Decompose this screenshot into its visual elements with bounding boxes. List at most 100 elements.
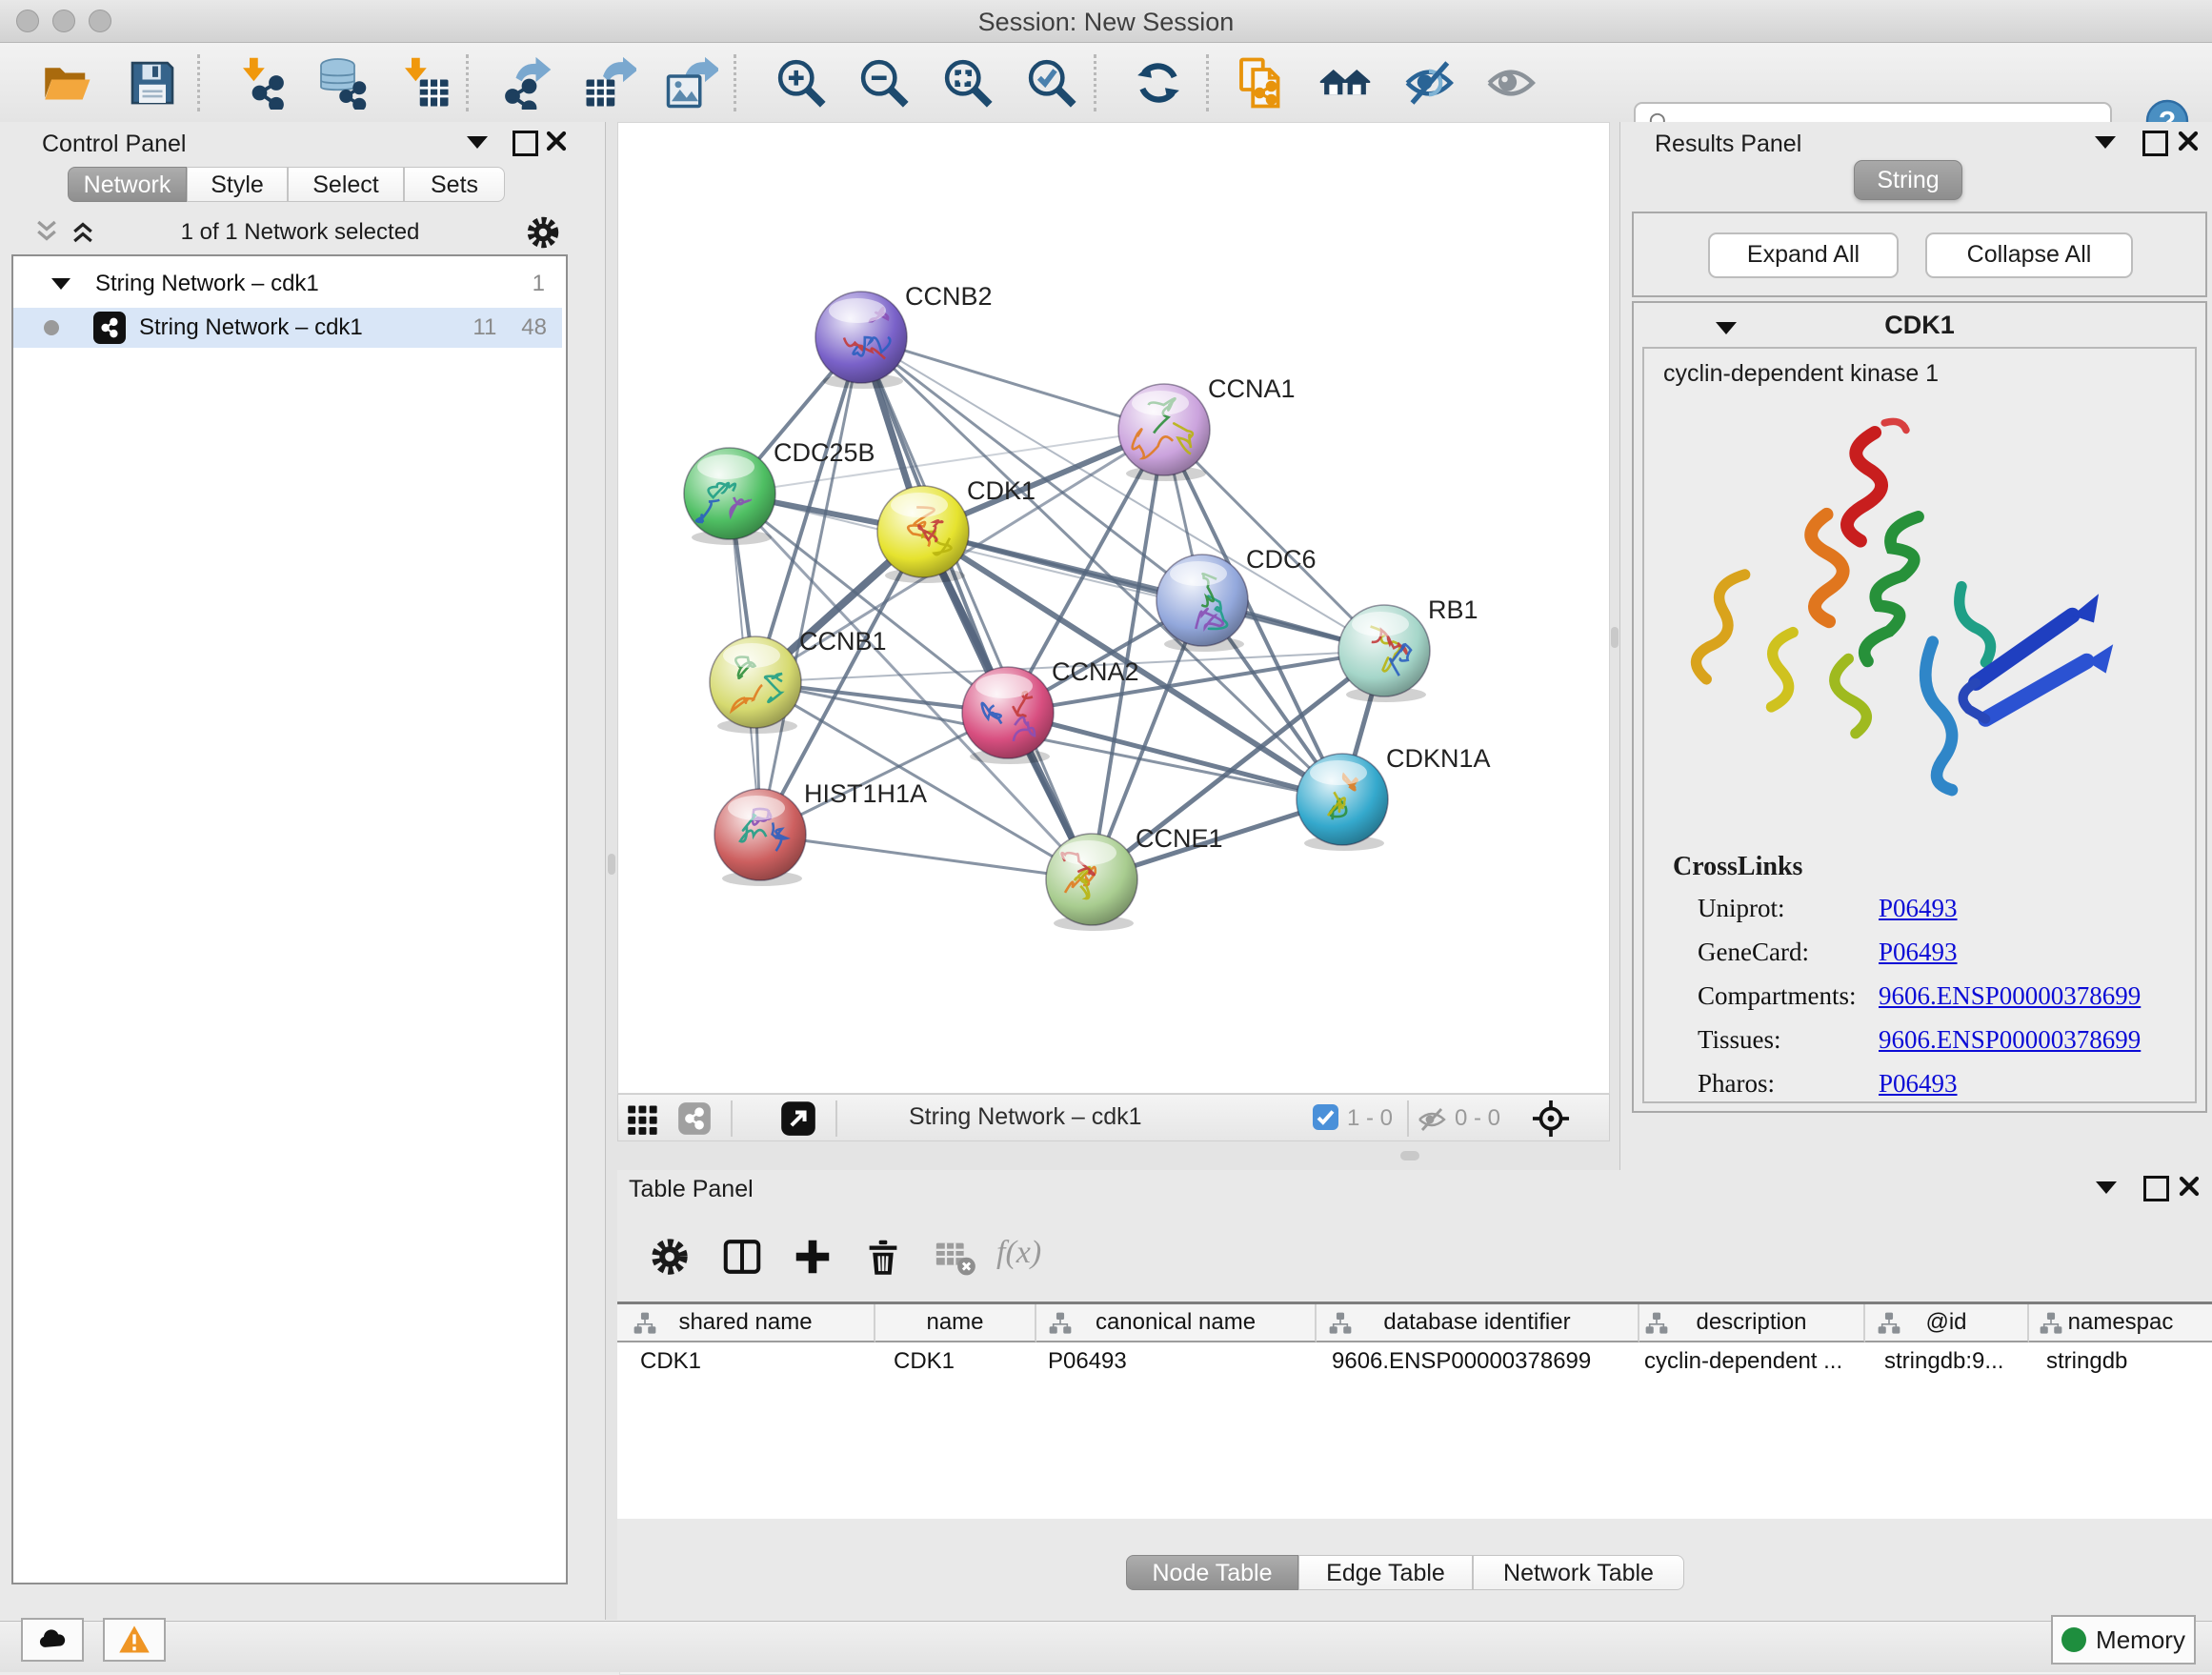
table-panel-maximize-icon[interactable]	[2143, 1176, 2169, 1201]
zoom-fit-content-icon[interactable]	[941, 56, 995, 110]
table-cell[interactable]: P06493	[1048, 1344, 1305, 1381]
column-header-name[interactable]: name	[875, 1304, 1036, 1342]
network-node-CDC6[interactable]	[1156, 555, 1248, 652]
zoom-out-icon[interactable]	[857, 56, 911, 110]
home-icon[interactable]	[1318, 56, 1372, 110]
network-row-selected[interactable]: String Network – cdk1 11 48	[13, 308, 562, 348]
warning-status-button[interactable]	[103, 1618, 166, 1662]
results-panel-close-icon[interactable]	[2177, 130, 2200, 152]
crosslink-pharos-link[interactable]: P06493	[1879, 1069, 1958, 1099]
results-panel-maximize-icon[interactable]	[2142, 131, 2168, 156]
collapse-all-button[interactable]: Collapse All	[1925, 232, 2133, 278]
tab-style[interactable]: Style	[187, 167, 288, 202]
tab-network[interactable]: Network	[68, 167, 187, 202]
crosslink-compartments-link[interactable]: 9606.ENSP00000378699	[1879, 981, 2141, 1011]
expand-all-networks-icon[interactable]	[69, 217, 97, 246]
table-cell[interactable]: CDK1	[640, 1344, 869, 1381]
import-network-from-database-icon[interactable]	[314, 56, 368, 110]
network-node-CDC25B[interactable]	[684, 448, 775, 545]
crosslink-label: GeneCard:	[1698, 938, 1809, 967]
show-columns-icon[interactable]	[720, 1235, 764, 1279]
network-options-gear-icon[interactable]	[524, 213, 562, 252]
network-node-HIST1H1A[interactable]	[714, 789, 806, 886]
table-cell[interactable]: 9606.ENSP00000378699	[1332, 1344, 1632, 1381]
network-node-label-CCNA2: CCNA2	[1052, 657, 1139, 686]
control-panel-float-icon[interactable]	[467, 136, 488, 149]
control-panel-maximize-icon[interactable]	[513, 131, 538, 156]
network-collection-row[interactable]: String Network – cdk1 1	[13, 264, 562, 304]
expand-all-button[interactable]: Expand All	[1708, 232, 1899, 278]
collapse-all-networks-icon[interactable]	[32, 217, 61, 246]
network-node-CCNA1[interactable]	[1118, 384, 1210, 481]
left-splitter[interactable]	[606, 122, 617, 1620]
network-node-RB1[interactable]	[1338, 605, 1430, 702]
network-node-CDK1[interactable]	[877, 486, 969, 583]
column-header-database-identifier[interactable]: database identifier	[1317, 1304, 1639, 1342]
zoom-in-icon[interactable]	[774, 56, 828, 110]
crosslink-genecard-link[interactable]: P06493	[1879, 938, 1958, 967]
tab-edge-table[interactable]: Edge Table	[1298, 1555, 1473, 1590]
network-node-CDKN1A[interactable]	[1297, 754, 1388, 851]
network-node-CCNE1[interactable]	[1046, 834, 1137, 931]
network-node-CCNA2[interactable]	[962, 667, 1054, 764]
crosslink-label: Tissues:	[1698, 1025, 1781, 1055]
hide-selected-icon[interactable]	[1402, 56, 1456, 110]
tab-string[interactable]: String	[1854, 160, 1962, 200]
collection-expand-icon[interactable]	[51, 278, 70, 290]
right-splitter-handle[interactable]	[1611, 627, 1619, 648]
cloud-status-button[interactable]	[21, 1618, 84, 1662]
birds-eye-view-icon[interactable]	[780, 1100, 816, 1137]
toolbar-separator	[1206, 54, 1209, 111]
table-cell[interactable]: CDK1	[894, 1344, 1032, 1381]
show-all-icon[interactable]	[1484, 56, 1538, 110]
results-panel-float-icon[interactable]	[2095, 136, 2116, 149]
network-node-CCNB1[interactable]	[710, 636, 801, 734]
tab-select[interactable]: Select	[288, 167, 404, 202]
tab-network-table[interactable]: Network Table	[1473, 1555, 1684, 1590]
protein-structure-image	[1682, 415, 2140, 830]
column-header-canonical-name[interactable]: canonical name	[1036, 1304, 1317, 1342]
zoom-selected-icon[interactable]	[1025, 56, 1078, 110]
table-cell[interactable]: stringdb	[2046, 1344, 2208, 1381]
node-section-collapse-icon[interactable]	[1716, 322, 1737, 334]
import-table-from-file-icon[interactable]	[398, 56, 452, 110]
view-toolbar-separator	[835, 1100, 837, 1137]
network-edge-CCNB2-CCNA1[interactable]	[861, 337, 1164, 430]
export-table-icon[interactable]	[583, 56, 636, 110]
delete-column-trash-icon[interactable]	[861, 1235, 905, 1279]
bottom-splitter-handle[interactable]	[1400, 1151, 1419, 1160]
refresh-network-icon[interactable]	[1132, 56, 1185, 110]
network-edge-HIST1H1A-CCNE1[interactable]	[760, 835, 1092, 879]
view-grid-icon[interactable]	[626, 1101, 660, 1136]
column-type-icon	[1644, 1311, 1669, 1336]
crosslink-uniprot-link[interactable]: P06493	[1879, 894, 1958, 923]
tab-sets[interactable]: Sets	[404, 167, 505, 202]
toolbar-separator	[1094, 54, 1096, 111]
fit-selected-crosshair-icon[interactable]	[1531, 1099, 1571, 1139]
right-splitter[interactable]	[1610, 122, 1619, 1170]
control-panel-close-icon[interactable]	[545, 130, 568, 152]
crosslink-tissues-link[interactable]: 9606.ENSP00000378699	[1879, 1025, 2141, 1055]
left-splitter-handle[interactable]	[608, 854, 615, 875]
memory-button[interactable]: Memory	[2051, 1615, 2196, 1665]
save-session-icon[interactable]	[126, 56, 179, 110]
selected-nodes-checkbox[interactable]	[1313, 1104, 1338, 1130]
view-share-icon[interactable]	[677, 1101, 712, 1136]
network-canvas[interactable]: CCNB2CCNA1CDC25BCDK1CDC6RB1CCNB1CCNA2CDK…	[617, 122, 1610, 1094]
import-network-from-file-icon[interactable]	[236, 56, 290, 110]
view-toolbar-separator	[1407, 1100, 1409, 1137]
open-session-icon[interactable]	[40, 56, 93, 110]
table-cell[interactable]: cyclin-dependent ...	[1644, 1344, 1859, 1381]
create-column-plus-icon[interactable]	[791, 1235, 835, 1279]
table-panel-title: Table Panel	[629, 1176, 754, 1203]
table-panel-float-icon[interactable]	[2096, 1181, 2117, 1194]
tab-node-table[interactable]: Node Table	[1126, 1555, 1298, 1590]
table-options-gear-icon[interactable]	[648, 1235, 692, 1279]
table-panel-close-icon[interactable]	[2178, 1175, 2201, 1198]
delete-table-icon	[934, 1235, 977, 1279]
copy-network-icon[interactable]	[1235, 56, 1288, 110]
export-network-icon[interactable]	[499, 56, 553, 110]
column-header-description[interactable]: description	[1639, 1304, 1865, 1342]
export-image-icon[interactable]	[665, 56, 718, 110]
table-cell[interactable]: stringdb:9...	[1884, 1344, 2037, 1381]
